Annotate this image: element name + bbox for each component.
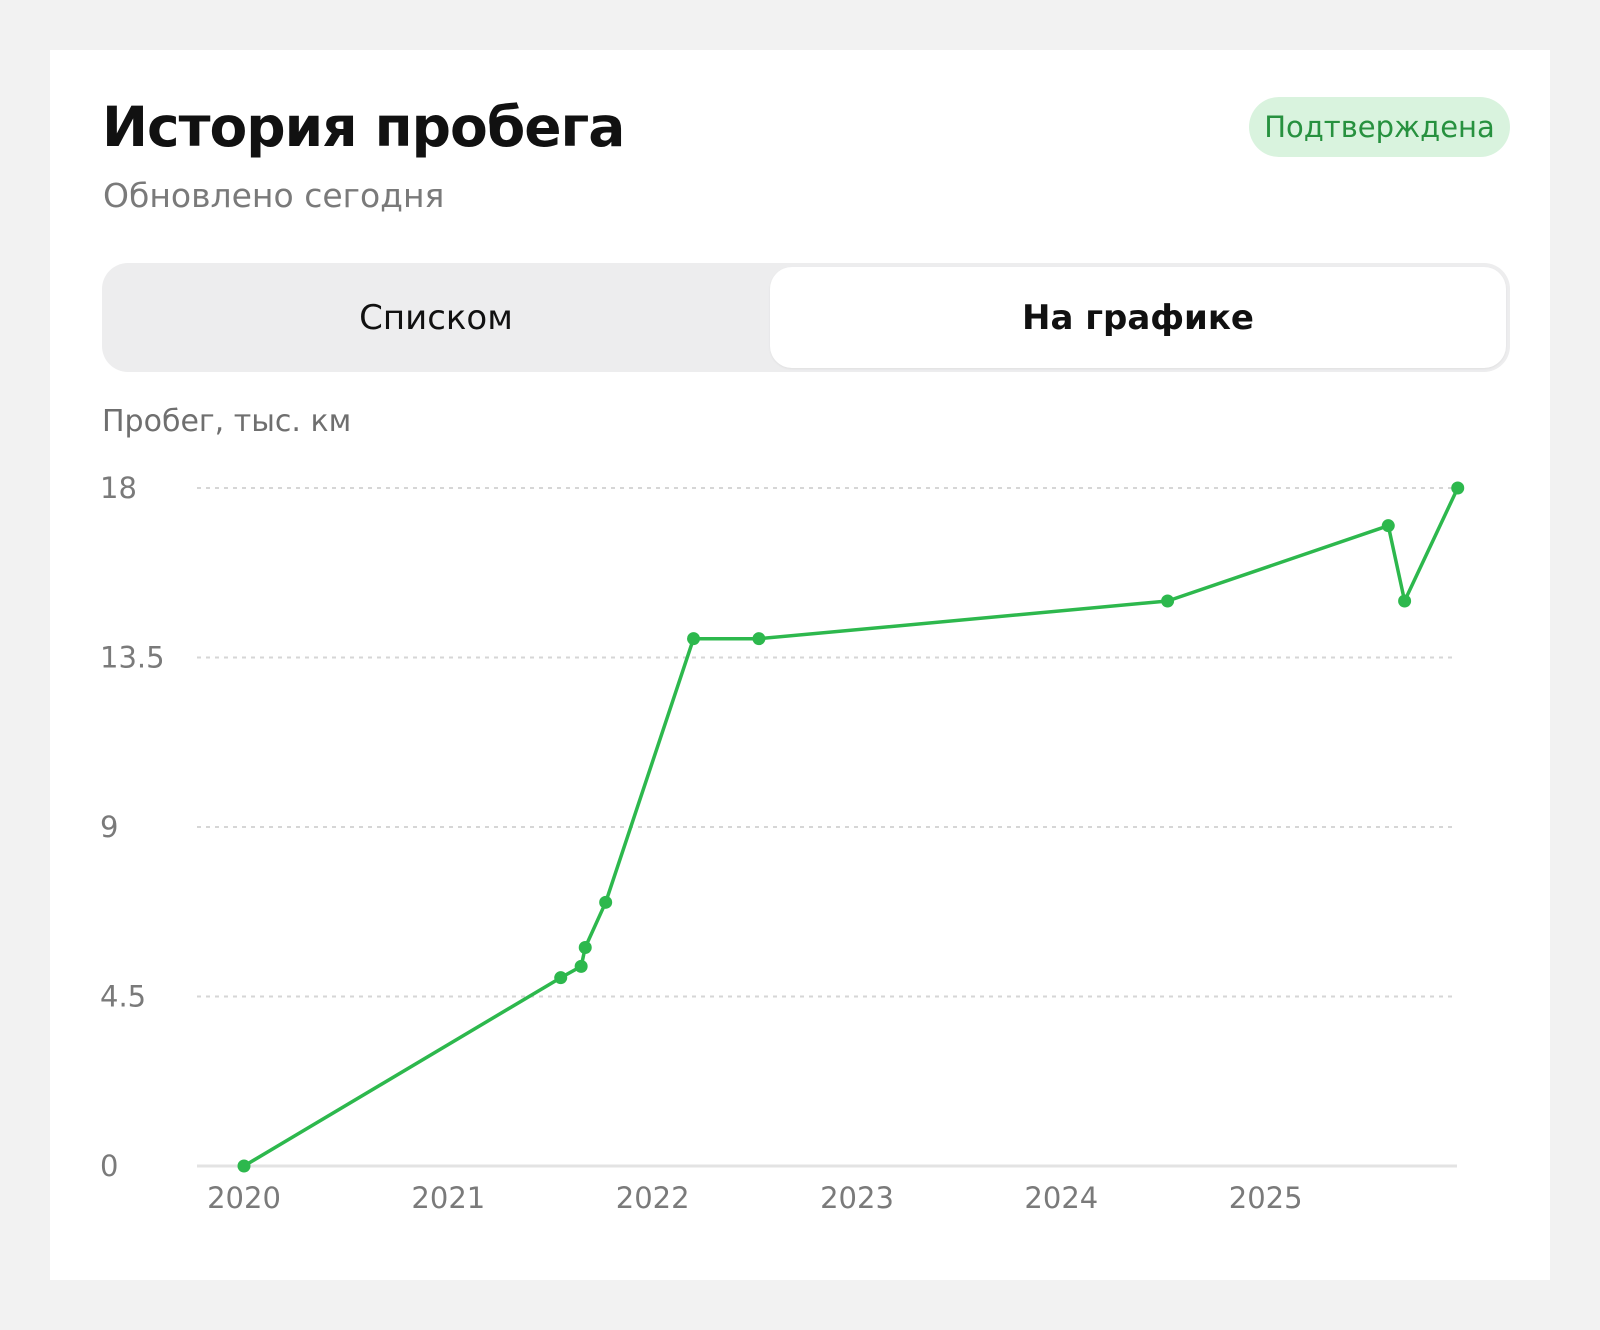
x-tick-label: 2024 — [1024, 1181, 1098, 1215]
data-point[interactable] — [1451, 481, 1465, 495]
mileage-chart: 0 4.5 9 13.5 18 2020 2021 2022 2023 2024 2025 — [100, 471, 1465, 1215]
x-tick-label: 2020 — [207, 1181, 281, 1215]
x-tick-label: 2022 — [616, 1181, 690, 1215]
data-point[interactable] — [578, 941, 592, 955]
data-point[interactable] — [554, 971, 568, 985]
y-tick-label: 0 — [100, 1149, 118, 1183]
y-tick-label: 13.5 — [100, 641, 165, 675]
y-tick-label: 9 — [100, 810, 118, 844]
data-point[interactable] — [574, 959, 588, 973]
mileage-series-line — [243, 487, 1460, 1168]
x-tick-label: 2025 — [1229, 1181, 1303, 1215]
x-tick-label: 2023 — [820, 1181, 894, 1215]
y-tick-label: 4.5 — [100, 980, 146, 1014]
data-point[interactable] — [599, 895, 613, 909]
data-point[interactable] — [237, 1159, 251, 1173]
y-tick-label: 18 — [100, 471, 137, 505]
data-point[interactable] — [1161, 594, 1175, 608]
data-point[interactable] — [1381, 519, 1395, 533]
x-tick-label: 2021 — [411, 1181, 485, 1215]
mileage-history-card: История пробега Обновлено сегодня Подтве… — [50, 50, 1550, 1280]
data-point[interactable] — [687, 632, 701, 646]
data-point[interactable] — [1398, 594, 1412, 608]
data-point[interactable] — [752, 632, 766, 646]
